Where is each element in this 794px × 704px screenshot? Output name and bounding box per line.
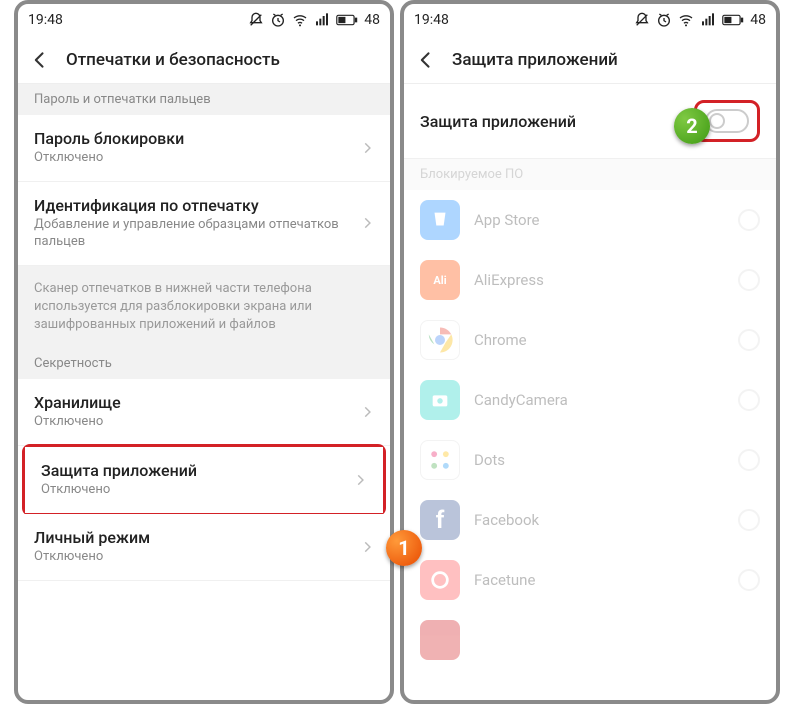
- row-sub: Отключено: [34, 150, 352, 167]
- chevron-right-icon: [360, 540, 374, 554]
- app-name: Facetune: [474, 571, 724, 589]
- app-row-aliexpress[interactable]: Ali AliExpress: [404, 250, 776, 310]
- app-radio[interactable]: [738, 449, 760, 471]
- row-title: Пароль блокировки: [34, 129, 352, 148]
- app-radio[interactable]: [738, 389, 760, 411]
- section-password: Пароль и отпечатки пальцев: [18, 84, 390, 115]
- info-text: Сканер отпечатков в нижней части телефон…: [18, 266, 390, 349]
- app-row-candycamera[interactable]: CandyCamera: [404, 370, 776, 430]
- annotation-marker-2: 2: [674, 108, 710, 144]
- signal-icon: [700, 12, 716, 28]
- toggle-label: Защита приложений: [420, 112, 576, 131]
- app-icon: f: [420, 500, 460, 540]
- app-name: Facebook: [474, 511, 724, 529]
- battery-icon: [722, 13, 744, 27]
- alarm-icon: [656, 12, 672, 28]
- row-title: Личный режим: [34, 528, 352, 547]
- app-icon: Ali: [420, 260, 460, 300]
- highlight-app-protection: Защита приложений Отключено: [22, 444, 386, 516]
- wifi-icon: [292, 12, 308, 28]
- section-blocked-apps: Блокируемое ПО: [404, 159, 776, 190]
- app-name: Dots: [474, 451, 724, 469]
- page-title: Защита приложений: [452, 50, 618, 70]
- page-title: Отпечатки и безопасность: [66, 50, 280, 70]
- chevron-right-icon: [360, 141, 374, 155]
- app-row-facebook[interactable]: f Facebook: [404, 490, 776, 550]
- app-name: CandyCamera: [474, 391, 724, 409]
- status-battery: 48: [750, 12, 766, 28]
- row-sub: Добавление и управление образцами отпеча…: [34, 217, 352, 251]
- row-sub: Отключено: [41, 482, 345, 499]
- signal-icon: [314, 12, 330, 28]
- annotation-marker-1: 1: [386, 530, 422, 566]
- app-icon: [420, 320, 460, 360]
- app-row-dots[interactable]: Dots: [404, 430, 776, 490]
- status-time: 19:48: [28, 12, 63, 28]
- disabled-app-list: Блокируемое ПО App Store Ali AliExpress …: [404, 159, 776, 670]
- status-time: 19:48: [414, 12, 449, 28]
- app-radio[interactable]: [738, 209, 760, 231]
- row-storage[interactable]: Хранилище Отключено: [18, 379, 390, 446]
- chevron-right-icon: [353, 473, 367, 487]
- row-sub: Отключено: [34, 414, 352, 431]
- screen-security: 19:48 48 Отпечатки и безопасность Пароль…: [14, 0, 394, 704]
- app-name: AliExpress: [474, 271, 724, 289]
- app-icon: [420, 560, 460, 600]
- mute-icon: [248, 12, 264, 28]
- app-row-cutoff[interactable]: [404, 610, 776, 670]
- app-radio[interactable]: [738, 269, 760, 291]
- header-bar: Отпечатки и безопасность: [18, 36, 390, 84]
- toggle-switch[interactable]: [705, 109, 749, 133]
- battery-icon: [336, 13, 358, 27]
- app-icon: [420, 440, 460, 480]
- status-bar: 19:48 48: [18, 4, 390, 36]
- app-radio[interactable]: [738, 329, 760, 351]
- app-row-appstore[interactable]: App Store: [404, 190, 776, 250]
- app-name: App Store: [474, 211, 724, 229]
- app-icon: [420, 200, 460, 240]
- row-private-mode[interactable]: Личный режим Отключено: [18, 514, 390, 581]
- row-fingerprint-id[interactable]: Идентификация по отпечатку Добавление и …: [18, 182, 390, 266]
- screen-app-protection: 19:48 48 Защита приложений Защита прилож…: [400, 0, 780, 704]
- back-icon[interactable]: [416, 50, 436, 70]
- toggle-row-app-protection: Защита приложений: [404, 84, 776, 159]
- status-battery: 48: [364, 12, 380, 28]
- chevron-right-icon: [360, 216, 374, 230]
- toggle-knob: [709, 113, 725, 129]
- chevron-right-icon: [360, 405, 374, 419]
- header-bar: Защита приложений: [404, 36, 776, 84]
- app-icon: [420, 620, 460, 660]
- row-sub: Отключено: [34, 549, 352, 566]
- app-radio[interactable]: [738, 509, 760, 531]
- status-bar: 19:48 48: [404, 4, 776, 36]
- row-lock-password[interactable]: Пароль блокировки Отключено: [18, 115, 390, 182]
- alarm-icon: [270, 12, 286, 28]
- mute-icon: [634, 12, 650, 28]
- app-icon: [420, 380, 460, 420]
- row-app-protection[interactable]: Защита приложений Отключено: [25, 447, 383, 513]
- section-privacy: Секретность: [18, 348, 390, 379]
- back-icon[interactable]: [30, 50, 50, 70]
- row-title: Идентификация по отпечатку: [34, 196, 352, 215]
- app-row-chrome[interactable]: Chrome: [404, 310, 776, 370]
- app-radio[interactable]: [738, 569, 760, 591]
- wifi-icon: [678, 12, 694, 28]
- row-title: Хранилище: [34, 393, 352, 412]
- app-row-facetune[interactable]: Facetune: [404, 550, 776, 610]
- app-name: Chrome: [474, 331, 724, 349]
- row-title: Защита приложений: [41, 461, 345, 480]
